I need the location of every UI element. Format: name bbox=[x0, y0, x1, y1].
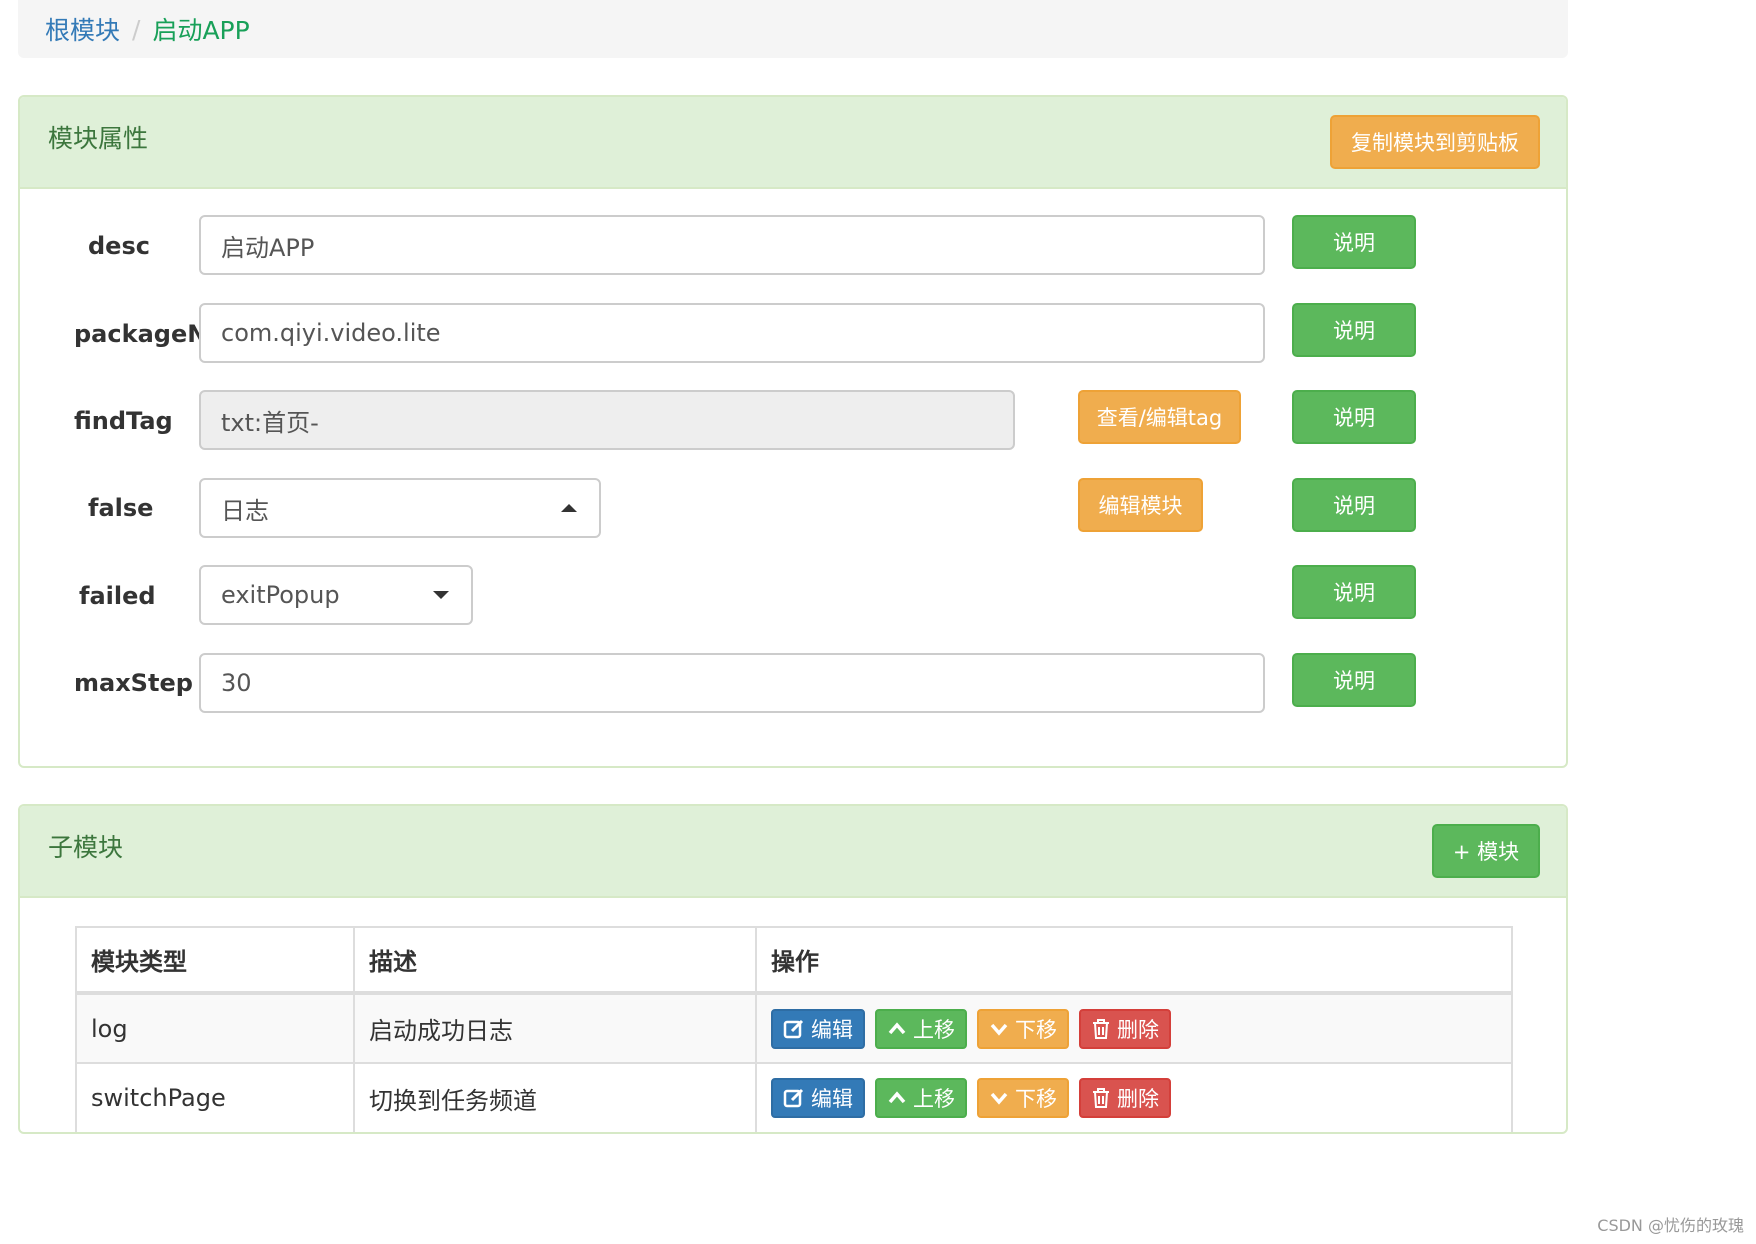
package-name-help-button[interactable]: 说明 bbox=[1292, 303, 1416, 357]
delete-row-label: 删除 bbox=[1117, 1017, 1159, 1042]
chevron-down-icon bbox=[990, 1023, 1008, 1036]
edit-row-label: 编辑 bbox=[811, 1087, 853, 1111]
submodules-table: 模块类型 描述 操作 log 启动成功日志 编辑 上移 下移 删除 switch… bbox=[75, 926, 1513, 1132]
move-down-button[interactable]: 下移 bbox=[977, 1008, 1069, 1049]
edit-icon bbox=[783, 1019, 804, 1038]
desc-label: desc bbox=[88, 232, 150, 260]
row-actions-cell: 编辑 上移 下移 删除 bbox=[755, 992, 1513, 1064]
max-step-input[interactable]: 30 bbox=[199, 653, 1265, 713]
move-down-label: 下移 bbox=[1015, 1087, 1057, 1111]
trash-icon bbox=[1093, 1088, 1109, 1108]
desc-help-button[interactable]: 说明 bbox=[1292, 215, 1416, 269]
failed-help-button[interactable]: 说明 bbox=[1292, 565, 1416, 619]
move-up-button[interactable]: 上移 bbox=[875, 1008, 967, 1049]
row-type-cell: switchPage bbox=[75, 1062, 355, 1132]
table-row: switchPage 切换到任务频道 编辑 上移 下移 删除 bbox=[75, 1062, 1513, 1132]
delete-row-button[interactable]: 删除 bbox=[1079, 1078, 1171, 1118]
chevron-up-icon bbox=[888, 1091, 906, 1104]
submodules-panel: 子模块 + 模块 模块类型 描述 操作 log 启动成功日志 编辑 上移 下移 … bbox=[18, 804, 1568, 1134]
delete-row-label: 删除 bbox=[1117, 1087, 1159, 1111]
breadcrumb: 根模块 / 启动APP bbox=[18, 0, 1568, 58]
add-module-button[interactable]: + 模块 bbox=[1432, 824, 1540, 878]
trash-icon bbox=[1093, 1018, 1109, 1039]
false-select[interactable]: 日志 bbox=[199, 478, 601, 538]
caret-down-icon bbox=[433, 591, 449, 599]
edit-row-button[interactable]: 编辑 bbox=[771, 1008, 865, 1049]
table-row: log 启动成功日志 编辑 上移 下移 删除 bbox=[75, 992, 1513, 1064]
table-header-row: 模块类型 描述 操作 bbox=[75, 926, 1513, 995]
desc-input[interactable]: 启动APP bbox=[199, 215, 1265, 275]
max-step-help-button[interactable]: 说明 bbox=[1292, 653, 1416, 707]
edit-row-label: 编辑 bbox=[811, 1017, 853, 1042]
find-tag-help-button[interactable]: 说明 bbox=[1292, 390, 1416, 444]
submodules-panel-heading: 子模块 + 模块 bbox=[20, 806, 1566, 898]
failed-select[interactable]: exitPopup bbox=[199, 565, 473, 625]
move-up-button[interactable]: 上移 bbox=[875, 1078, 967, 1118]
breadcrumb-root-link[interactable]: 根模块 bbox=[45, 11, 120, 47]
attributes-panel-heading: 模块属性 复制模块到剪贴板 bbox=[20, 97, 1566, 189]
row-desc-cell: 切换到任务频道 bbox=[353, 1062, 757, 1132]
breadcrumb-current: 启动APP bbox=[152, 16, 250, 45]
package-name-input[interactable]: com.qiyi.video.lite bbox=[199, 303, 1265, 363]
attributes-panel: 模块属性 复制模块到剪贴板 desc 启动APP 说明 packageName … bbox=[18, 95, 1568, 768]
row-desc-cell: 启动成功日志 bbox=[353, 992, 757, 1064]
edit-icon bbox=[783, 1088, 804, 1108]
chevron-down-icon bbox=[990, 1092, 1008, 1105]
row-type-cell: log bbox=[75, 992, 355, 1064]
move-up-label: 上移 bbox=[913, 1017, 955, 1042]
failed-select-value: exitPopup bbox=[221, 581, 340, 609]
edit-module-button[interactable]: 编辑模块 bbox=[1078, 478, 1203, 532]
failed-label: failed bbox=[79, 582, 156, 610]
false-help-button[interactable]: 说明 bbox=[1292, 478, 1416, 532]
column-header-actions: 操作 bbox=[755, 926, 1513, 995]
column-header-type: 模块类型 bbox=[75, 926, 355, 995]
edit-row-button[interactable]: 编辑 bbox=[771, 1078, 865, 1118]
false-label: false bbox=[88, 494, 154, 522]
delete-row-button[interactable]: 删除 bbox=[1079, 1008, 1171, 1049]
move-up-label: 上移 bbox=[913, 1087, 955, 1111]
row-actions-cell: 编辑 上移 下移 删除 bbox=[755, 1062, 1513, 1132]
breadcrumb-separator: / bbox=[132, 14, 141, 44]
attributes-panel-title: 模块属性 bbox=[48, 124, 149, 153]
move-down-button[interactable]: 下移 bbox=[977, 1078, 1069, 1118]
package-name-label: packageName bbox=[74, 320, 201, 348]
move-down-label: 下移 bbox=[1015, 1017, 1057, 1042]
find-tag-input: txt:首页- bbox=[199, 390, 1015, 450]
column-header-desc: 描述 bbox=[353, 926, 757, 995]
submodules-panel-title: 子模块 bbox=[48, 833, 124, 862]
find-tag-label: findTag bbox=[74, 407, 173, 435]
false-select-value: 日志 bbox=[221, 496, 269, 525]
max-step-label: maxStep bbox=[74, 669, 193, 697]
view-edit-tag-button[interactable]: 查看/编辑tag bbox=[1078, 390, 1241, 444]
copy-module-button[interactable]: 复制模块到剪贴板 bbox=[1330, 115, 1540, 169]
caret-up-icon bbox=[561, 504, 577, 512]
watermark: CSDN @忧伤的玫瑰 bbox=[1597, 1216, 1744, 1235]
chevron-up-icon bbox=[888, 1021, 906, 1034]
